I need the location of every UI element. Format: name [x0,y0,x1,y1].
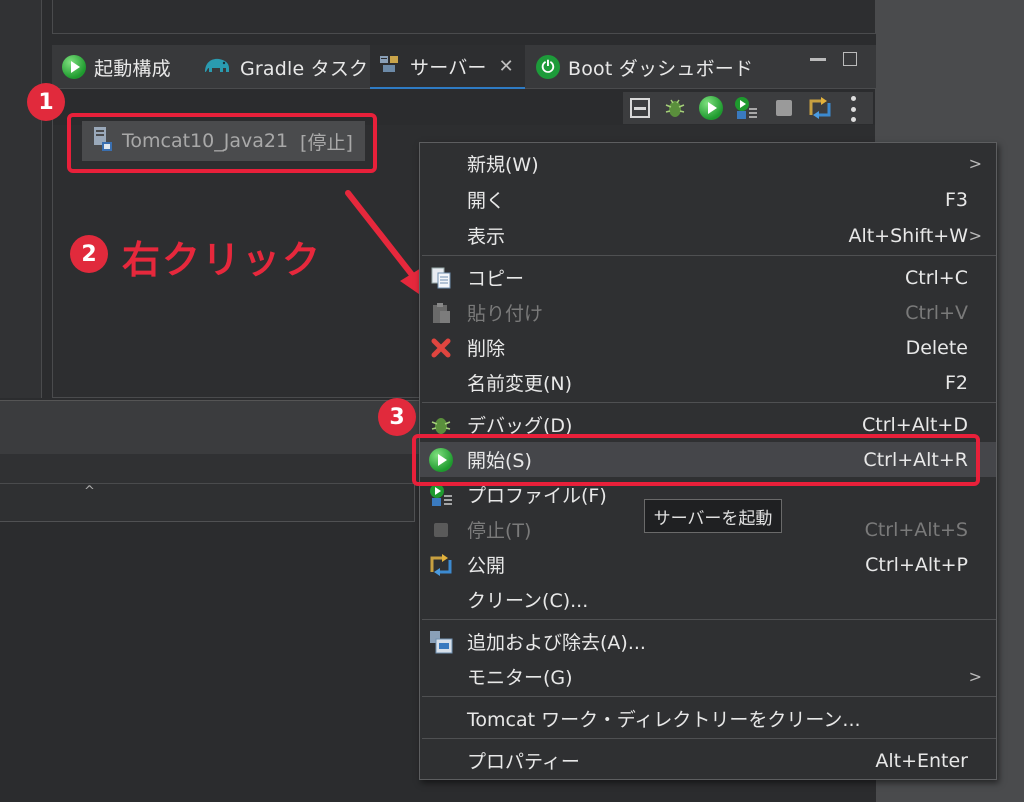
menu-item-rename[interactable]: 名前変更(N) F2 [420,365,996,400]
menu-label: 追加および除去(A)... [467,632,646,654]
menu-shortcut: Ctrl+Alt+P [865,553,968,576]
editor-area [52,0,876,34]
menu-item-clean[interactable]: クリーン(C)... [420,582,996,617]
submenu-arrow-icon: > [968,154,982,173]
menu-shortcut: Ctrl+C [905,266,968,289]
maximize-icon[interactable] [843,52,857,66]
callout-box-start [412,434,980,486]
menu-item-properties[interactable]: プロパティー Alt+Enter [420,743,996,778]
menu-label: 表示 [467,226,506,248]
sort-caret-icon[interactable]: ^ [84,484,95,499]
menu-label: 名前変更(N) [467,373,573,395]
stop-server-icon[interactable] [771,95,797,121]
tooltip: サーバーを起動 [644,499,782,533]
profile-icon[interactable] [733,95,759,121]
menu-item-paste[interactable]: 貼り付け Ctrl+V [420,295,996,330]
menu-shortcut: F2 [944,371,968,394]
tab-label: Boot ダッシュボード [568,57,754,80]
menu-label: 開く [467,190,506,212]
delete-icon [428,335,454,361]
menu-label: プロパティー [467,751,580,773]
callout-box-server [67,113,377,173]
menu-label: Tomcat ワーク・ディレクトリーをクリーン... [467,709,861,731]
menu-item-new[interactable]: 新規(W) > [420,146,996,181]
tab-label: サーバー [410,56,487,79]
publish-icon[interactable] [807,95,833,121]
tab-gradle-tasks[interactable]: Gradle タスク [202,45,368,89]
menu-shortcut: F3 [944,188,968,211]
menu-item-publish[interactable]: 公開 Ctrl+Alt+P [420,547,996,582]
menu-label: 新規(W) [467,154,539,176]
tab-launch-config[interactable]: 起動構成 [62,45,171,89]
power-icon: ⏻ [536,55,560,79]
close-icon[interactable]: ✕ [499,56,514,77]
menu-separator [422,255,996,256]
menu-shortcut: Ctrl+V [905,301,968,324]
menu-label: 公開 [467,555,506,577]
menu-item-show-in[interactable]: 表示 Alt+Shift+W > [420,218,996,253]
servers-icon [378,53,402,80]
callout-badge-3: 3 [378,398,416,436]
bottom-pane-content [0,522,420,802]
submenu-arrow-icon: > [968,667,982,686]
menu-label: クリーン(C)... [467,590,589,612]
menu-shortcut: Alt+Shift+W [848,224,968,247]
tab-boot-dashboard[interactable]: ⏻ Boot ダッシュボード [536,45,753,89]
bottom-pane-toolbar [0,454,420,484]
debug-bug-icon[interactable] [662,95,688,121]
menu-label: モニター(G) [467,667,573,689]
menu-item-add-remove[interactable]: 追加および除去(A)... [420,624,996,659]
menu-separator [422,402,996,403]
callout-badge-1: 1 [27,83,65,121]
menu-label: 削除 [467,338,506,360]
view-menu-icon[interactable] [851,96,857,122]
stop-icon [428,517,454,543]
collapse-icon[interactable] [627,95,653,121]
menu-separator [422,619,996,620]
menu-label: 貼り付け [467,303,544,325]
bottom-table-header[interactable] [0,484,415,522]
callout-right-click-label: 右クリック [122,238,323,282]
tab-label: Gradle タスク [240,57,369,80]
menu-separator [422,738,996,739]
add-remove-icon [428,629,454,655]
menu-item-clean-work-dir[interactable]: Tomcat ワーク・ディレクトリーをクリーン... [420,701,996,736]
play-icon [62,55,86,79]
paste-icon [428,300,454,326]
menu-item-copy[interactable]: コピー Ctrl+C [420,260,996,295]
start-server-icon[interactable] [698,95,724,121]
menu-item-delete[interactable]: 削除 Delete [420,330,996,365]
menu-shortcut: Alt+Enter [875,749,968,772]
minimize-icon[interactable] [810,58,826,61]
tab-label: 起動構成 [94,57,171,80]
menu-label: 停止(T) [467,520,532,542]
menu-item-monitor[interactable]: モニター(G) > [420,659,996,694]
copy-icon [428,265,454,291]
menu-label: コピー [467,268,525,290]
bottom-pane-tabbar [0,400,420,454]
menu-shortcut: Delete [905,336,968,359]
publish-icon [428,552,454,578]
menu-separator [422,696,996,697]
callout-badge-2: 2 [70,235,108,273]
menu-shortcut: Ctrl+Alt+D [861,413,968,436]
tab-servers[interactable]: サーバー ✕ [370,45,525,89]
menu-shortcut: Ctrl+Alt+S [864,518,968,541]
elephant-icon [202,54,232,81]
menu-item-open[interactable]: 開く F3 [420,182,996,217]
submenu-arrow-icon: > [968,226,982,245]
left-pane [0,0,42,398]
